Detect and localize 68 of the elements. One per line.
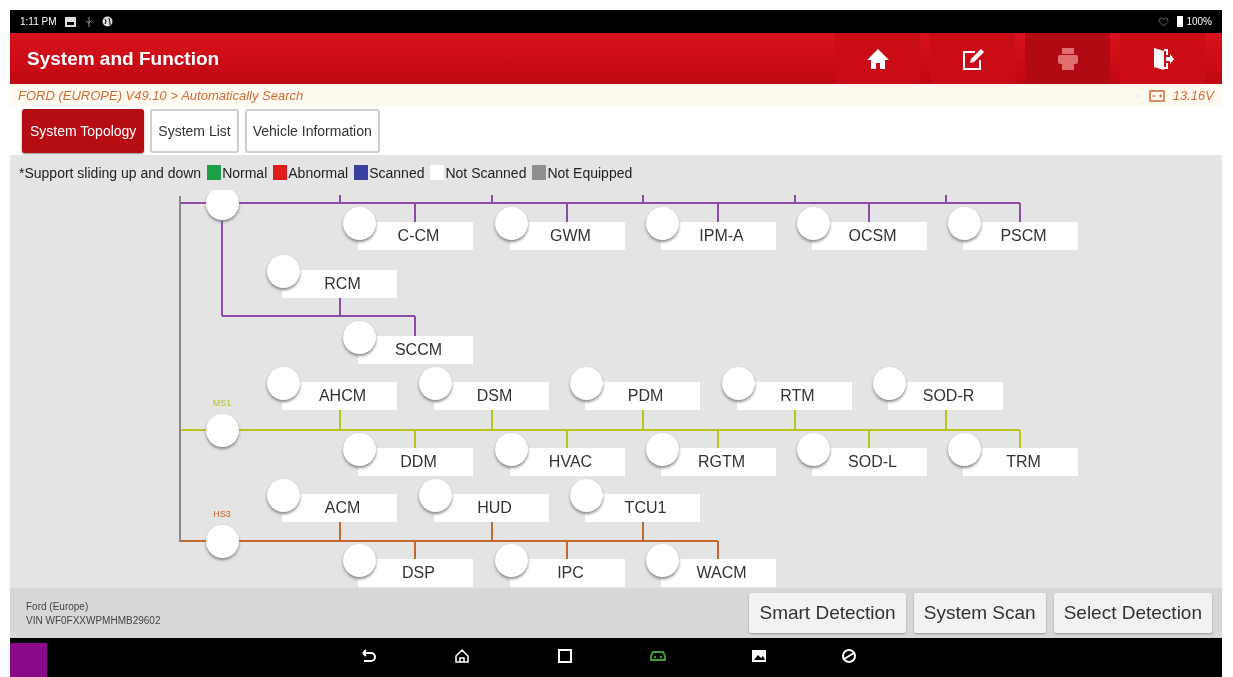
module-node[interactable]: [343, 433, 376, 466]
edit-button[interactable]: [930, 33, 1015, 84]
legend-label: Not Scanned: [445, 164, 527, 181]
bus-label: HS3: [212, 509, 232, 519]
back-icon[interactable]: [360, 648, 376, 664]
module-node[interactable]: [797, 433, 830, 466]
vehicle-make: Ford (Europe): [26, 600, 90, 612]
car-icon[interactable]: [649, 648, 667, 664]
recents-icon[interactable]: [557, 648, 573, 664]
battery-percent: 100%: [1186, 16, 1212, 27]
module-label[interactable]: TRM: [1006, 453, 1041, 471]
image-icon: [64, 16, 76, 27]
module-node[interactable]: [797, 207, 830, 240]
module-node[interactable]: [570, 367, 603, 400]
home-button[interactable]: [835, 33, 920, 84]
module-node[interactable]: [419, 367, 452, 400]
legend-note: *Support sliding up and down: [19, 164, 202, 181]
module-node[interactable]: [646, 544, 679, 577]
breadcrumb-path: FORD (EUROPE) V49.10 > Automatically Search: [18, 87, 304, 103]
detection-button[interactable]: System Scan: [913, 593, 1046, 633]
legend-label: Scanned: [369, 164, 425, 181]
printer-icon: [1055, 46, 1080, 71]
module-node[interactable]: [495, 207, 528, 240]
module-label[interactable]: RTM: [780, 387, 815, 405]
module-label[interactable]: HUD: [477, 499, 512, 517]
tab[interactable]: Vehicle Information: [244, 108, 380, 153]
usb-icon: [83, 16, 94, 27]
legend-label: Abnormal: [288, 164, 349, 181]
module-node[interactable]: [722, 367, 755, 400]
module-node[interactable]: [873, 367, 906, 400]
module-node[interactable]: [948, 207, 981, 240]
tab[interactable]: System List: [150, 108, 239, 153]
edit-icon: [960, 46, 985, 71]
bus-node[interactable]: [206, 190, 239, 220]
module-node[interactable]: [495, 544, 528, 577]
module-node[interactable]: [343, 544, 376, 577]
module-node[interactable]: [948, 433, 981, 466]
module-node[interactable]: [267, 255, 300, 288]
exit-button[interactable]: [1120, 33, 1205, 84]
module-node[interactable]: [267, 367, 300, 400]
heart-icon: [1158, 16, 1170, 27]
module-node[interactable]: [495, 433, 528, 466]
legend-label: Normal: [222, 164, 268, 181]
gallery-icon[interactable]: [751, 648, 767, 664]
vin-number: VIN WF0FXXWPMHMB29602: [26, 614, 162, 626]
battery-icon: [1177, 16, 1184, 27]
bus-node[interactable]: [206, 525, 239, 558]
battery-icon: [1148, 88, 1165, 102]
module-node[interactable]: [646, 433, 679, 466]
screen-title: System and Function: [27, 47, 221, 70]
module-node[interactable]: [419, 479, 452, 512]
module-label[interactable]: IPC: [557, 564, 584, 582]
home-icon: [865, 47, 890, 70]
bus-node[interactable]: [206, 414, 239, 447]
clock-time: 1:11 PM: [20, 16, 57, 27]
module-node[interactable]: [343, 207, 376, 240]
module-node[interactable]: [343, 321, 376, 354]
legend-label: Not Equipped: [547, 164, 633, 181]
detection-button[interactable]: Smart Detection: [749, 593, 906, 633]
home-icon[interactable]: [454, 648, 470, 664]
module-label[interactable]: DSP: [402, 564, 435, 582]
module-node[interactable]: [646, 207, 679, 240]
tab[interactable]: System Topology: [22, 108, 145, 153]
module-node[interactable]: [267, 479, 300, 512]
bus-label: MS1: [211, 398, 233, 408]
voltage-reading: 13.16V: [1172, 87, 1214, 103]
detection-button[interactable]: Select Detection: [1053, 593, 1212, 633]
module-node[interactable]: [570, 479, 603, 512]
